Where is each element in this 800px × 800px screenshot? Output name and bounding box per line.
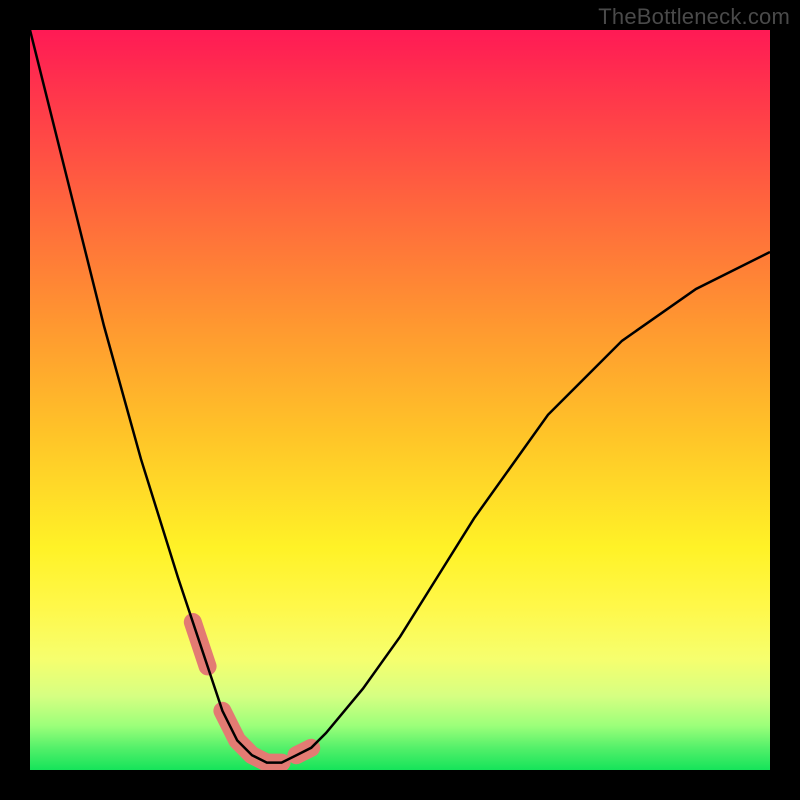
outer-frame: TheBottleneck.com <box>0 0 800 800</box>
chart-plot-area <box>30 30 770 770</box>
chart-bottleneck-curve <box>30 30 770 763</box>
watermark-text: TheBottleneck.com <box>598 4 790 30</box>
chart-marker-layer <box>193 622 311 763</box>
chart-svg <box>30 30 770 770</box>
